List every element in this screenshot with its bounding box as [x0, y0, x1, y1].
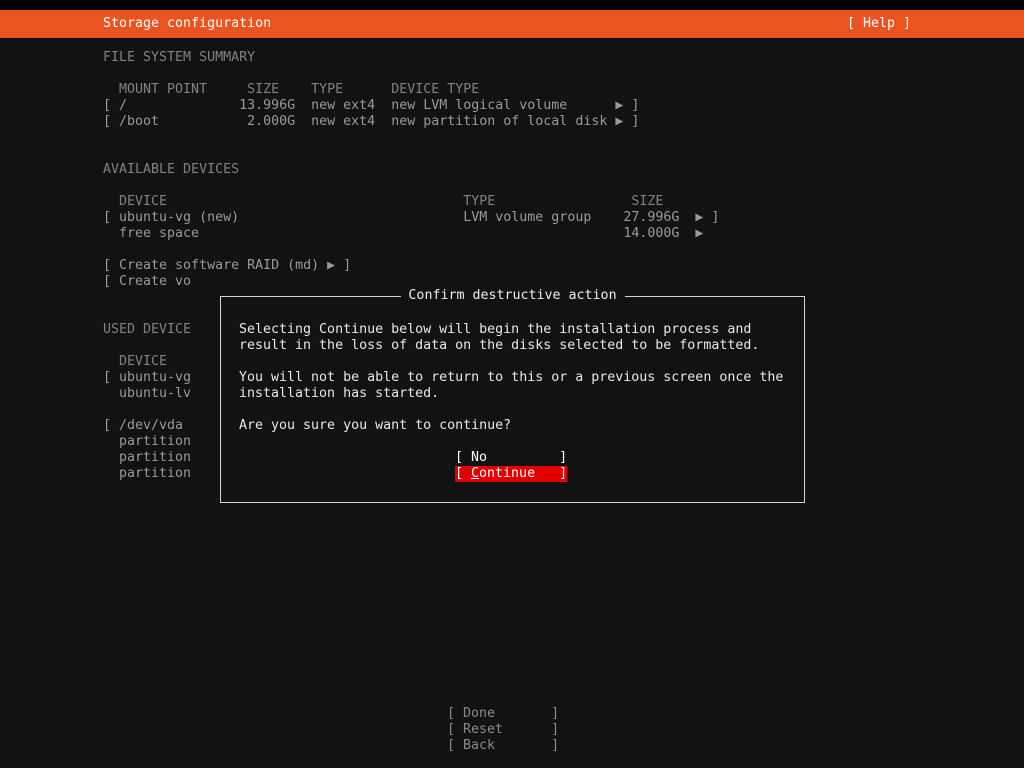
- dialog-question: Are you sure you want to continue?: [239, 418, 512, 433]
- fss-row-root[interactable]: [ / 13.996G new ext4 new LVM logical vol…: [103, 98, 639, 114]
- create-software-raid-button[interactable]: [ Create software RAID (md) ▶ ]: [103, 258, 351, 274]
- file-system-summary-heading: FILE SYSTEM SUMMARY: [103, 50, 256, 65]
- continue-button-prefix: [: [455, 466, 472, 481]
- ud-row-dev-vda[interactable]: [ /dev/vda: [103, 418, 183, 434]
- ud-row-ubuntu-lv: ubuntu-lv: [103, 386, 192, 401]
- help-button[interactable]: [ Help ]: [847, 16, 911, 32]
- ud-row-partition-3: partition: [103, 466, 192, 481]
- no-button[interactable]: [ No ]: [455, 450, 567, 466]
- ad-row-free-space: free space 14.000G ▶: [103, 226, 704, 241]
- done-button[interactable]: [ Done ]: [447, 706, 559, 722]
- continue-button[interactable]: [ Continue ]: [455, 466, 568, 482]
- reset-button[interactable]: [ Reset ]: [447, 722, 559, 738]
- title-bar: Storage configuration [ Help ]: [0, 10, 1024, 38]
- available-devices-heading: AVAILABLE DEVICES: [103, 162, 240, 177]
- dialog-body-line-3: You will not be able to return to this o…: [239, 370, 784, 385]
- ud-row-ubuntu-vg[interactable]: [ ubuntu-vg: [103, 370, 191, 386]
- continue-button-accelerator: C: [471, 466, 480, 481]
- continue-button-suffix: ontinue ]: [479, 466, 568, 481]
- fss-column-headers: MOUNT POINT SIZE TYPE DEVICE TYPE: [103, 82, 480, 97]
- dialog-body-line-1: Selecting Continue below will begin the …: [239, 322, 752, 337]
- installer-screen: Storage configuration [ Help ] FILE SYST…: [0, 0, 1024, 768]
- ad-row-ubuntu-vg[interactable]: [ ubuntu-vg (new) LVM volume group 27.99…: [103, 210, 719, 226]
- ud-row-partition-2: partition: [103, 450, 192, 465]
- ud-column-header: DEVICE: [103, 354, 168, 369]
- dialog-title: Confirm destructive action: [400, 288, 625, 304]
- back-button[interactable]: [ Back ]: [447, 738, 559, 754]
- page-title: Storage configuration: [103, 16, 272, 31]
- used-devices-heading: USED DEVICE: [103, 322, 192, 337]
- ad-column-headers: DEVICE TYPE SIZE: [103, 194, 664, 209]
- ud-row-partition-1: partition: [103, 434, 192, 449]
- dialog-body-line-2: result in the loss of data on the disks …: [239, 338, 760, 353]
- top-black-strip: [0, 0, 1024, 10]
- create-volume-group-button[interactable]: [ Create vo: [103, 274, 191, 290]
- confirm-destructive-action-dialog: Confirm destructive action Selecting Con…: [220, 288, 805, 503]
- dialog-body-line-4: installation has started.: [239, 386, 440, 401]
- fss-row-boot[interactable]: [ /boot 2.000G new ext4 new partition of…: [103, 114, 639, 130]
